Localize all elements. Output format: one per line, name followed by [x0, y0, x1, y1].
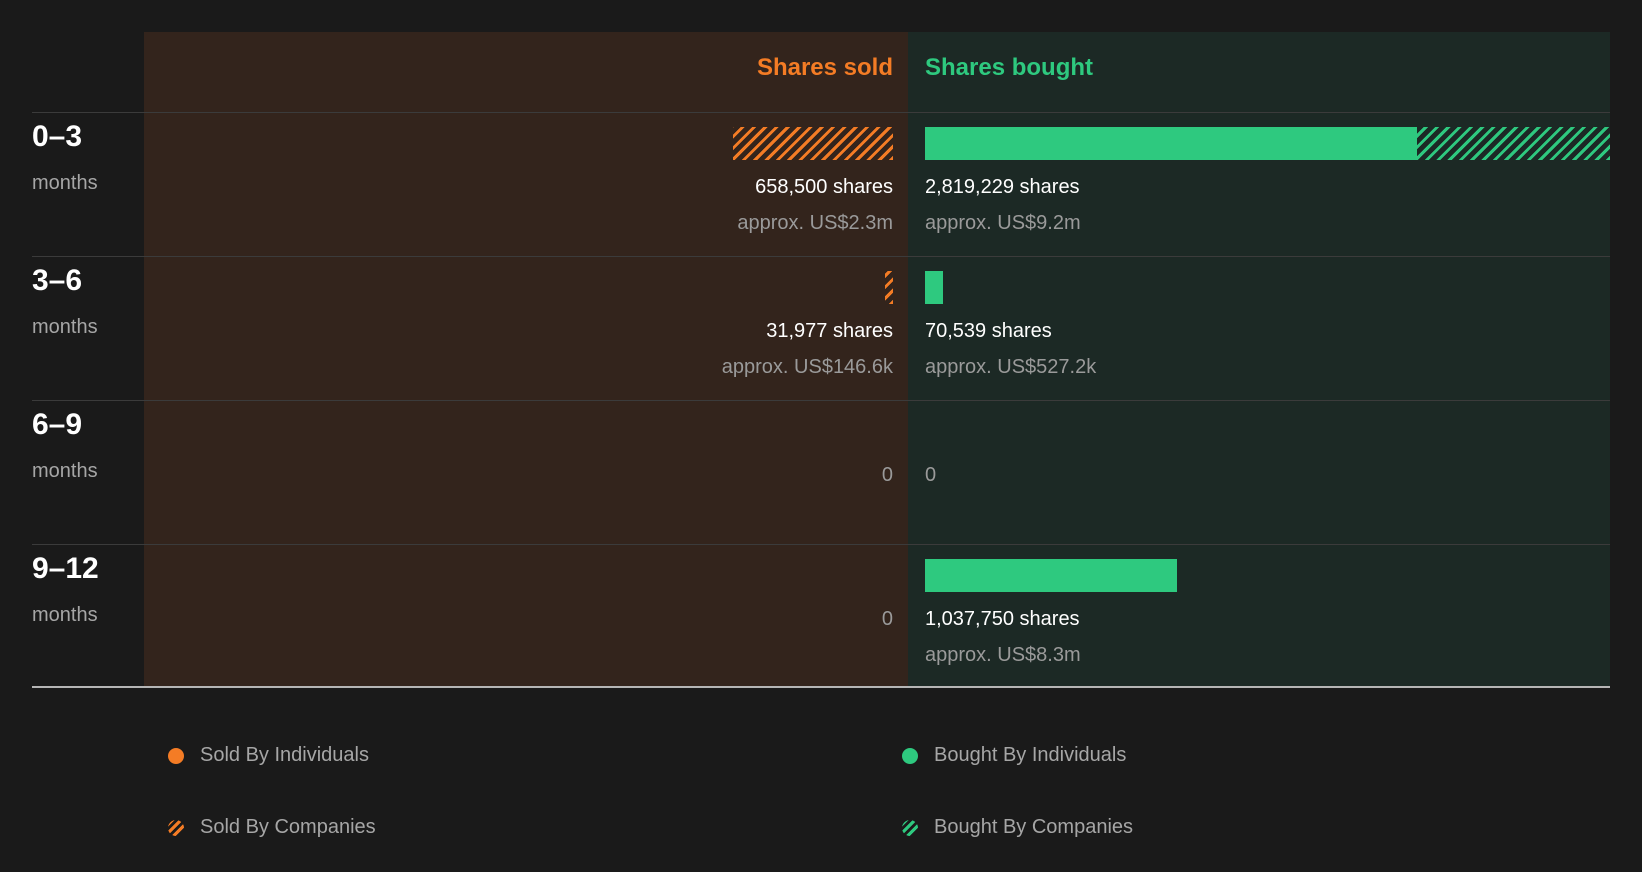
bought-approx-value: approx. US$527.2k — [925, 356, 1097, 378]
bought-shares-value: 70,539 shares — [925, 320, 1052, 342]
sold-zero-value: 0 — [881, 608, 893, 630]
period-label: 9–12 — [32, 552, 99, 585]
bought-approx-value: approx. US$8.3m — [925, 644, 1081, 666]
chart-baseline — [32, 686, 1610, 688]
bought-shares-value: 1,037,750 shares — [925, 608, 1080, 630]
legend-item: Bought By Companies — [902, 816, 1133, 839]
legend-item: Sold By Individuals — [168, 744, 369, 767]
shares-bought-header: Shares bought — [925, 54, 1094, 81]
bought-by-individuals-bar — [925, 271, 943, 304]
bought-by-companies-bar — [1416, 127, 1610, 160]
legend-swatch-icon — [168, 747, 184, 764]
bought-by-individuals-bar — [925, 559, 1178, 592]
period-unit-label: months — [32, 604, 98, 626]
legend-label: Bought By Individuals — [934, 744, 1127, 766]
shares-sold-header: Shares sold — [756, 54, 893, 81]
period-unit-label: months — [32, 316, 98, 338]
legend-label: Bought By Companies — [934, 816, 1134, 838]
period-unit-label: months — [32, 460, 98, 482]
period-row: 9–12 months 0 1,037,750 shares approx. US$8.… — [0, 544, 1642, 688]
legend-label: Sold By Companies — [200, 816, 376, 838]
legend-item: Sold By Companies — [168, 816, 376, 839]
sold-approx-value: approx. US$2.3m — [737, 212, 893, 234]
period-row: 3–6 months 31,977 shares approx. US$146.6k 7… — [0, 256, 1642, 400]
bought-approx-value: approx. US$9.2m — [925, 212, 1081, 234]
period-row: 0–3 months 658,500 shares approx. US$2.3m 2,… — [0, 112, 1642, 256]
legend-swatch-icon — [168, 819, 184, 836]
sold-zero-value: 0 — [881, 464, 893, 486]
legend-item: Bought By Individuals — [902, 744, 1126, 767]
period-label: 6–9 — [32, 408, 83, 441]
insider-trading-chart: Shares sold Shares bought 0–3 months 658,5… — [0, 0, 1642, 872]
bought-zero-value: 0 — [925, 464, 937, 486]
sold-approx-value: approx. US$146.6k — [721, 356, 893, 378]
legend-label: Sold By Individuals — [200, 744, 369, 766]
bought-by-individuals-bar — [925, 127, 1417, 160]
sold-by-companies-bar — [733, 127, 893, 160]
period-row: 6–9 months 0 0 — [0, 400, 1642, 544]
sold-shares-value: 658,500 shares — [755, 176, 893, 198]
period-unit-label: months — [32, 172, 98, 194]
period-label: 0–3 — [32, 120, 83, 153]
period-label: 3–6 — [32, 264, 83, 297]
legend-swatch-icon — [902, 747, 918, 764]
bought-shares-value: 2,819,229 shares — [925, 176, 1080, 198]
sold-shares-value: 31,977 shares — [766, 320, 893, 342]
sold-by-companies-bar — [885, 271, 893, 304]
legend-swatch-icon — [902, 819, 918, 836]
